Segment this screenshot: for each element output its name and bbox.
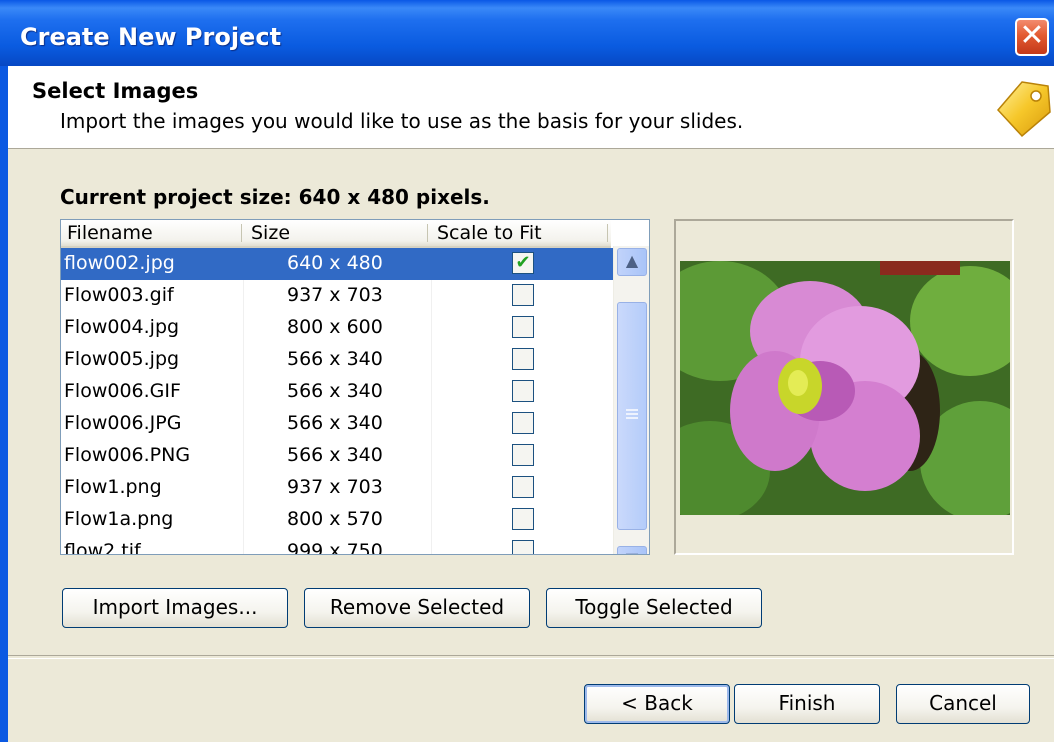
scale-to-fit-checkbox[interactable]: ✔ [512,252,534,274]
table-row[interactable]: Flow1a.png 800 x 570 [61,504,613,536]
image-preview [674,219,1014,555]
column-separator[interactable] [607,224,608,242]
table-row[interactable]: Flow006.JPG 566 x 340 [61,408,613,440]
footer-divider [8,655,1054,659]
back-button[interactable]: < Back [584,684,730,724]
cancel-button[interactable]: Cancel [896,684,1030,724]
scale-to-fit-checkbox[interactable] [512,540,534,554]
filename-cell: Flow1.png [64,476,162,498]
scale-to-fit-checkbox[interactable] [512,412,534,434]
wizard-header: Select Images Import the images you woul… [8,66,1054,149]
table-row[interactable]: Flow003.gif 937 x 703 [61,280,613,312]
scale-to-fit-checkbox[interactable] [512,380,534,402]
filename-cell: Flow1a.png [64,508,174,530]
filename-cell: Flow006.JPG [64,412,182,434]
page-title: Select Images [32,79,199,103]
scale-to-fit-checkbox[interactable] [512,444,534,466]
size-cell: 937 x 703 [287,284,383,306]
tag-icon [996,81,1051,138]
scale-to-fit-checkbox[interactable] [512,284,534,306]
filename-cell: flow2.tif [64,540,141,555]
scale-to-fit-checkbox[interactable] [512,508,534,530]
size-cell: 566 x 340 [287,348,383,370]
scale-to-fit-checkbox[interactable] [512,476,534,498]
title-bar[interactable]: Create New Project ✕ [0,0,1054,66]
filename-cell: Flow003.gif [64,284,174,306]
filename-cell: Flow004.jpg [64,316,180,338]
column-header-scale-to-fit[interactable]: Scale to Fit [437,222,542,244]
filename-cell: Flow006.GIF [64,380,181,402]
page-description: Import the images you would like to use … [60,109,744,133]
size-cell: 937 x 703 [287,476,383,498]
column-separator[interactable] [427,224,428,242]
thumb-grip [626,413,638,415]
vertical-scrollbar[interactable]: ▲ ▼ [613,246,649,554]
table-row[interactable]: flow2.tif 999 x 750 [61,536,613,555]
toggle-selected-button[interactable]: Toggle Selected [546,588,762,628]
size-cell: 640 x 480 [287,252,383,274]
scale-to-fit-checkbox[interactable] [512,348,534,370]
table-row[interactable]: Flow004.jpg 800 x 600 [61,312,613,344]
size-cell: 999 x 750 [287,540,383,555]
finish-button[interactable]: Finish [734,684,880,724]
close-button[interactable]: ✕ [1015,18,1049,56]
image-list[interactable]: Filename Size Scale to Fit flow002.jpg 64… [60,219,650,555]
scale-to-fit-checkbox[interactable] [512,316,534,338]
column-header-size[interactable]: Size [251,222,290,244]
size-cell: 800 x 600 [287,316,383,338]
size-cell: 566 x 340 [287,380,383,402]
create-project-dialog: Create New Project ✕ Select Images Impor… [0,0,1054,742]
list-header: Filename Size Scale to Fit [61,220,611,248]
table-row[interactable]: Flow006.PNG 566 x 340 [61,440,613,472]
window-title: Create New Project [20,23,282,51]
table-row[interactable]: Flow006.GIF 566 x 340 [61,376,613,408]
column-separator[interactable] [241,224,242,242]
list-rows: flow002.jpg 640 x 480 ✔ Flow003.gif 937 x 70… [61,248,613,555]
scroll-thumb[interactable] [617,302,647,530]
thumb-grip [626,409,638,411]
thumb-grip [626,417,638,419]
table-row[interactable]: flow002.jpg 640 x 480 ✔ [61,248,613,280]
table-row[interactable]: Flow005.jpg 566 x 340 [61,344,613,376]
project-size-label: Current project size: 640 x 480 pixels. [60,185,490,209]
table-row[interactable]: Flow1.png 937 x 703 [61,472,613,504]
flower-preview-image [680,261,1010,515]
filename-cell: Flow006.PNG [64,444,191,466]
import-images-button[interactable]: Import Images... [62,588,288,628]
filename-cell: Flow005.jpg [64,348,180,370]
size-cell: 800 x 570 [287,508,383,530]
remove-selected-button[interactable]: Remove Selected [304,588,530,628]
window-border [0,66,8,742]
scroll-down-button[interactable]: ▼ [617,546,647,554]
size-cell: 566 x 340 [287,412,383,434]
size-cell: 566 x 340 [287,444,383,466]
filename-cell: flow002.jpg [64,252,175,274]
scroll-up-button[interactable]: ▲ [617,248,647,276]
column-header-filename[interactable]: Filename [67,222,153,244]
